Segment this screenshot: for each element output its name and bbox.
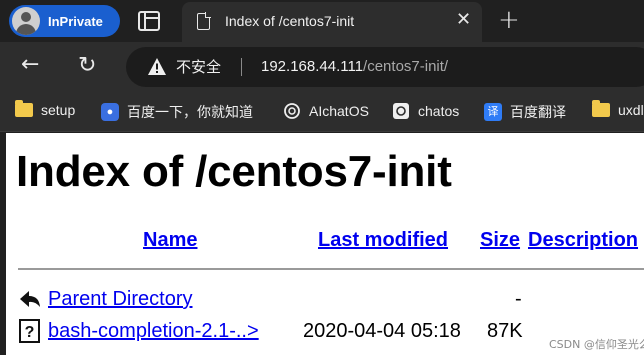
bookmarks-bar: setup ● 百度一下，你就知道 AIchatOS chatos 译 百度翻译… <box>0 92 644 132</box>
parent-directory-link[interactable]: Parent Directory <box>48 288 193 311</box>
tab-actions-icon[interactable] <box>138 11 160 31</box>
url-host: 192.168.44.111 <box>261 58 364 75</box>
back-arrow-icon[interactable]: ← <box>21 53 39 77</box>
column-size-link[interactable]: Size <box>480 229 520 252</box>
tab-active[interactable]: Index of /centos7-init ✕ <box>182 2 482 42</box>
address-separator <box>241 58 242 76</box>
bookmark-label: 百度翻译 <box>510 104 566 120</box>
toolbar: ← ↻ 不安全 192.168.44.111/centos7-init/ <box>0 42 644 92</box>
column-last-modified-link[interactable]: Last modified <box>318 229 448 252</box>
unknown-file-icon: ? <box>19 319 40 343</box>
tab-strip: InPrivate Index of /centos7-init ✕ + <box>0 0 644 42</box>
row-size: - <box>515 288 522 310</box>
baidu-icon: ● <box>101 103 119 121</box>
bookmark-label: 百度一下，你就知道 <box>127 104 253 120</box>
document-icon <box>197 12 211 30</box>
column-name-link[interactable]: Name <box>143 229 197 252</box>
column-description-link[interactable]: Description <box>528 229 638 252</box>
page-title: Index of /centos7-init <box>16 147 452 196</box>
file-link[interactable]: bash-completion-2.1-..> <box>48 320 259 343</box>
bookmark-label: AIchatOS <box>309 103 369 119</box>
watermark: CSDN @信仰圣光么 <box>549 338 644 351</box>
bookmark-label: setup <box>41 102 76 118</box>
bookmark-label: chatos <box>418 103 460 119</box>
reload-icon[interactable]: ↻ <box>78 54 96 78</box>
bookmark-aichatos[interactable]: AIchatOS <box>283 102 369 120</box>
openai-icon <box>284 103 300 119</box>
close-tab-icon[interactable]: ✕ <box>456 10 471 30</box>
avatar-icon <box>12 7 40 35</box>
tab-title: Index of /centos7-init <box>225 13 355 29</box>
bookmark-baidu[interactable]: ● 百度一下，你就知道 <box>101 102 253 122</box>
svg-text:?: ? <box>25 324 35 341</box>
row-size: 87K <box>487 320 523 342</box>
openai-icon <box>393 103 409 119</box>
warning-icon[interactable] <box>147 57 167 76</box>
bookmark-baidu-translate[interactable]: 译 百度翻译 <box>484 102 566 122</box>
url-text[interactable]: 192.168.44.111/centos7-init/ <box>261 57 448 77</box>
translate-icon: 译 <box>484 103 502 121</box>
url-path: /centos7-init/ <box>363 58 449 75</box>
folder-icon <box>15 100 33 117</box>
back-arrow-icon <box>20 291 40 307</box>
bookmark-chatos[interactable]: chatos <box>392 102 459 120</box>
bookmark-setup[interactable]: setup <box>15 100 76 118</box>
address-bar[interactable]: 不安全 192.168.44.111/centos7-init/ <box>126 47 644 87</box>
bookmark-uxdl[interactable]: uxdl <box>592 100 644 118</box>
row-modified: 2020-04-04 05:18 <box>303 320 461 342</box>
new-tab-icon[interactable]: + <box>498 6 520 34</box>
inprivate-label: InPrivate <box>48 13 103 29</box>
inprivate-profile-button[interactable]: InPrivate <box>9 5 120 37</box>
bookmark-label: uxdl <box>618 102 644 118</box>
page-content: Index of /centos7-init Name Last modifie… <box>6 133 644 355</box>
folder-icon <box>592 100 610 117</box>
divider <box>18 268 644 270</box>
security-status-label[interactable]: 不安全 <box>176 57 221 77</box>
